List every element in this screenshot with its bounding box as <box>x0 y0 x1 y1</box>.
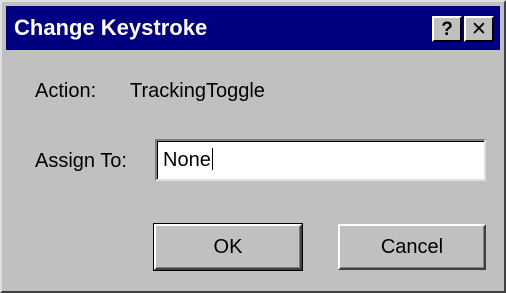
action-value: TrackingToggle <box>130 80 265 102</box>
ok-button[interactable]: OK <box>153 223 303 271</box>
action-label: Action: <box>35 80 97 102</box>
cancel-button-label: Cancel <box>380 235 444 258</box>
text-caret <box>211 148 213 170</box>
cancel-button[interactable]: Cancel <box>338 224 486 270</box>
assign-to-input[interactable]: None <box>155 139 486 181</box>
help-button[interactable]: ? <box>432 16 462 42</box>
change-keystroke-dialog: Change Keystroke ? ✕ Action: TrackingTog… <box>0 0 506 293</box>
close-icon: ✕ <box>471 18 487 40</box>
close-button[interactable]: ✕ <box>464 16 494 42</box>
help-icon: ? <box>441 18 453 40</box>
ok-button-label: OK <box>213 235 243 258</box>
assign-to-value: None <box>163 148 213 171</box>
title-bar[interactable]: Change Keystroke ? ✕ <box>6 6 500 50</box>
window-title: Change Keystroke <box>14 15 208 40</box>
assign-to-label: Assign To: <box>35 150 127 172</box>
